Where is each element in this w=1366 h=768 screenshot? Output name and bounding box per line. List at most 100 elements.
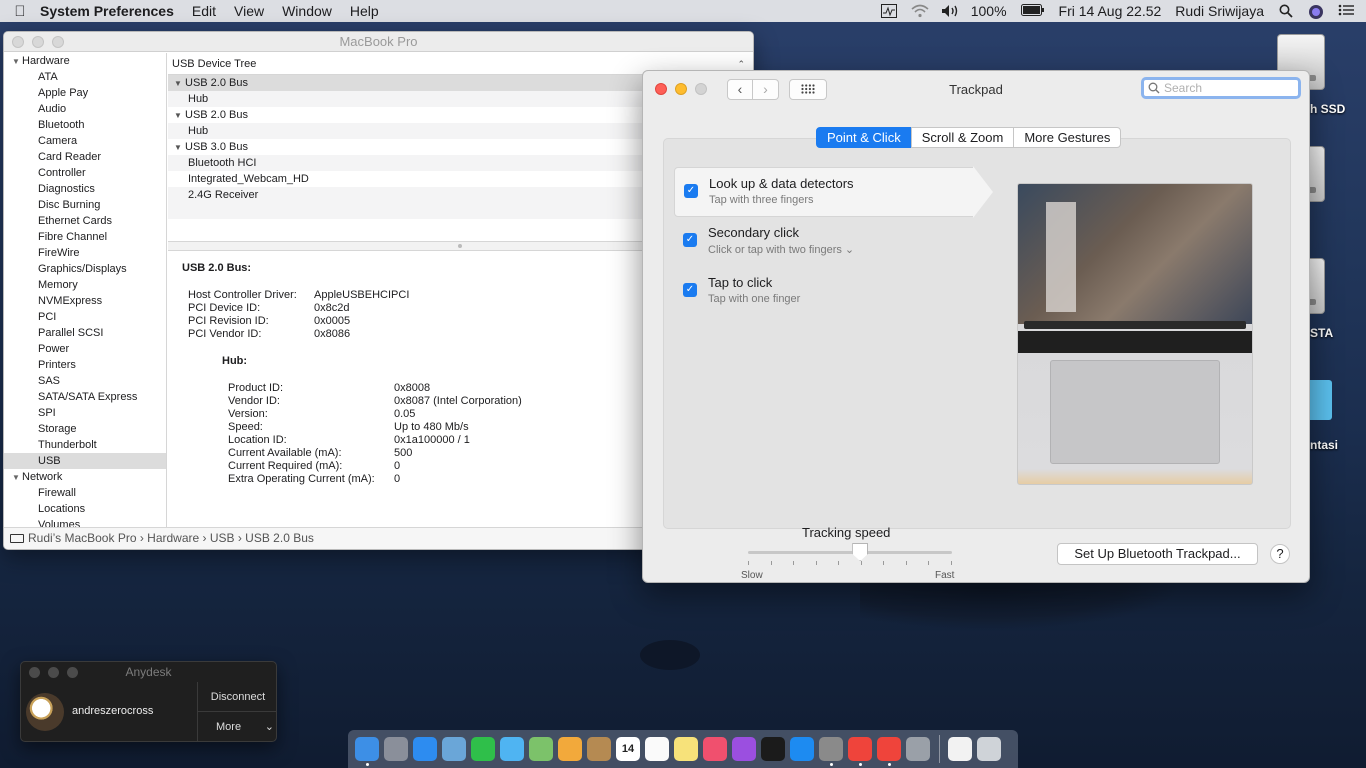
tab-scroll-zoom[interactable]: Scroll & Zoom bbox=[910, 127, 1015, 148]
volume-icon[interactable] bbox=[941, 4, 957, 18]
contacts-icon[interactable] bbox=[587, 737, 611, 761]
calendar-icon[interactable]: 14 bbox=[616, 737, 640, 761]
sidebar-item[interactable]: FireWire bbox=[4, 245, 166, 261]
option-secondary-click[interactable]: ✓ Secondary click Click or tap with two … bbox=[674, 217, 974, 267]
sidebar-item[interactable]: Locations bbox=[4, 501, 166, 517]
sidebar-item[interactable]: Audio bbox=[4, 101, 166, 117]
podcasts-icon[interactable] bbox=[732, 737, 756, 761]
anydesk-titlebar[interactable]: Anydesk bbox=[21, 662, 276, 682]
siri-icon[interactable] bbox=[1308, 4, 1324, 19]
sidebar-item[interactable]: Fibre Channel bbox=[4, 229, 166, 245]
setup-bluetooth-trackpad-button[interactable]: Set Up Bluetooth Trackpad... bbox=[1057, 543, 1258, 565]
sidebar-item[interactable]: SATA/SATA Express bbox=[4, 389, 166, 405]
sidebar-item[interactable]: Thunderbolt bbox=[4, 437, 166, 453]
sidebar-item[interactable]: Camera bbox=[4, 133, 166, 149]
menu-edit[interactable]: Edit bbox=[192, 3, 216, 19]
option-look-up[interactable]: ✓ Look up & data detectors Tap with thre… bbox=[674, 167, 974, 217]
tab-point-click[interactable]: Point & Click bbox=[816, 127, 912, 148]
facetime-icon[interactable] bbox=[471, 737, 495, 761]
forward-button[interactable]: › bbox=[753, 78, 779, 100]
sidebar-item[interactable]: SPI bbox=[4, 405, 166, 421]
app-store-icon[interactable] bbox=[790, 737, 814, 761]
menu-clock[interactable]: Fri 14 Aug 22.52 bbox=[1059, 3, 1162, 19]
notes-icon[interactable] bbox=[674, 737, 698, 761]
sidebar-item[interactable]: Power bbox=[4, 341, 166, 357]
spotlight-search-icon[interactable] bbox=[1278, 4, 1294, 18]
trackpad-toolbar[interactable]: ‹ › Trackpad bbox=[643, 71, 1309, 107]
path-text[interactable]: Rudi’s MacBook Pro › Hardware › USB › US… bbox=[28, 531, 314, 545]
disclosure-triangle-icon[interactable]: ▼ bbox=[174, 108, 185, 124]
sidebar-item[interactable]: Controller bbox=[4, 165, 166, 181]
sidebar-item[interactable]: Card Reader bbox=[4, 149, 166, 165]
menu-view[interactable]: View bbox=[234, 3, 264, 19]
menu-help[interactable]: Help bbox=[350, 3, 379, 19]
close-button[interactable] bbox=[655, 83, 667, 95]
sidebar-item[interactable]: Ethernet Cards bbox=[4, 213, 166, 229]
sidebar-item[interactable]: USB bbox=[4, 453, 166, 469]
apple-menu-icon[interactable]:  bbox=[0, 3, 40, 20]
search-field[interactable] bbox=[1141, 77, 1301, 99]
disconnect-button[interactable]: Disconnect bbox=[198, 682, 276, 712]
sidebar-item[interactable]: ATA bbox=[4, 69, 166, 85]
music-icon[interactable] bbox=[703, 737, 727, 761]
sidebar-group-network[interactable]: ▼ Network bbox=[4, 469, 166, 485]
disclosure-triangle-icon[interactable]: ▼ bbox=[12, 470, 22, 486]
tab-more-gestures[interactable]: More Gestures bbox=[1013, 127, 1122, 148]
sidebar-item[interactable]: Disc Burning bbox=[4, 197, 166, 213]
help-button[interactable]: ? bbox=[1270, 544, 1290, 564]
tv-icon[interactable] bbox=[761, 737, 785, 761]
sysinfo-titlebar[interactable]: MacBook Pro bbox=[4, 32, 753, 52]
anydesk-icon[interactable] bbox=[848, 737, 872, 766]
reminders-icon[interactable] bbox=[645, 737, 669, 761]
menu-app-name[interactable]: System Preferences bbox=[40, 3, 174, 19]
sidebar-item[interactable]: Apple Pay bbox=[4, 85, 166, 101]
finder-icon[interactable] bbox=[355, 737, 379, 766]
menu-window[interactable]: Window bbox=[282, 3, 332, 19]
migration-icon[interactable] bbox=[906, 737, 930, 761]
sidebar-item[interactable]: Firewall bbox=[4, 485, 166, 501]
sidebar-item[interactable]: NVMExpress bbox=[4, 293, 166, 309]
anydesk-alt-icon[interactable] bbox=[877, 737, 901, 766]
battery-percentage[interactable]: 100% bbox=[971, 3, 1007, 19]
disclosure-triangle-icon[interactable]: ▼ bbox=[174, 140, 185, 156]
sidebar-item[interactable]: Printers bbox=[4, 357, 166, 373]
option-tap-to-click[interactable]: ✓ Tap to click Tap with one finger bbox=[674, 267, 974, 317]
zoom-button[interactable] bbox=[695, 83, 707, 95]
sidebar-group-hardware[interactable]: ▼ Hardware bbox=[4, 53, 166, 69]
sidebar-item[interactable]: SAS bbox=[4, 373, 166, 389]
tracking-speed-slider[interactable] bbox=[748, 551, 952, 554]
tracking-speed-knob[interactable] bbox=[852, 543, 869, 561]
sidebar-item[interactable]: Memory bbox=[4, 277, 166, 293]
photos-icon[interactable] bbox=[558, 737, 582, 761]
wifi-icon[interactable] bbox=[911, 4, 929, 18]
search-input[interactable] bbox=[1164, 81, 1294, 95]
document-icon[interactable] bbox=[948, 737, 972, 761]
messages-icon[interactable] bbox=[500, 737, 524, 761]
sidebar-item[interactable]: Diagnostics bbox=[4, 181, 166, 197]
desktop-drive-label-3[interactable]: STA bbox=[1310, 326, 1333, 340]
notification-center-icon[interactable] bbox=[1338, 4, 1354, 18]
sidebar-item[interactable]: Bluetooth bbox=[4, 117, 166, 133]
back-button[interactable]: ‹ bbox=[727, 78, 753, 100]
trash-icon[interactable] bbox=[977, 737, 1001, 761]
safari-icon[interactable] bbox=[413, 737, 437, 761]
minimize-button[interactable] bbox=[675, 83, 687, 95]
secondary-click-dropdown[interactable]: Click or tap with two fingers ⌄ bbox=[708, 243, 854, 256]
disclosure-triangle-icon[interactable]: ▼ bbox=[174, 76, 185, 92]
activity-monitor-icon[interactable] bbox=[880, 4, 897, 18]
desktop-folder-label[interactable]: ntasi bbox=[1310, 438, 1338, 452]
battery-icon[interactable] bbox=[1020, 4, 1045, 18]
sidebar-item[interactable]: Storage bbox=[4, 421, 166, 437]
launchpad-icon[interactable] bbox=[384, 737, 408, 761]
more-button[interactable]: More ⌄ bbox=[198, 712, 276, 741]
menu-user[interactable]: Rudi Sriwijaya bbox=[1175, 3, 1264, 19]
preview-icon[interactable] bbox=[442, 737, 466, 761]
tap-to-click-checkbox[interactable]: ✓ bbox=[683, 283, 697, 297]
desktop-drive-label-1[interactable]: h SSD bbox=[1310, 102, 1345, 116]
look-up-checkbox[interactable]: ✓ bbox=[684, 184, 698, 198]
sidebar-item[interactable]: PCI bbox=[4, 309, 166, 325]
system-preferences-icon[interactable] bbox=[819, 737, 843, 766]
secondary-click-checkbox[interactable]: ✓ bbox=[683, 233, 697, 247]
show-all-button[interactable] bbox=[789, 78, 827, 100]
maps-icon[interactable] bbox=[529, 737, 553, 761]
